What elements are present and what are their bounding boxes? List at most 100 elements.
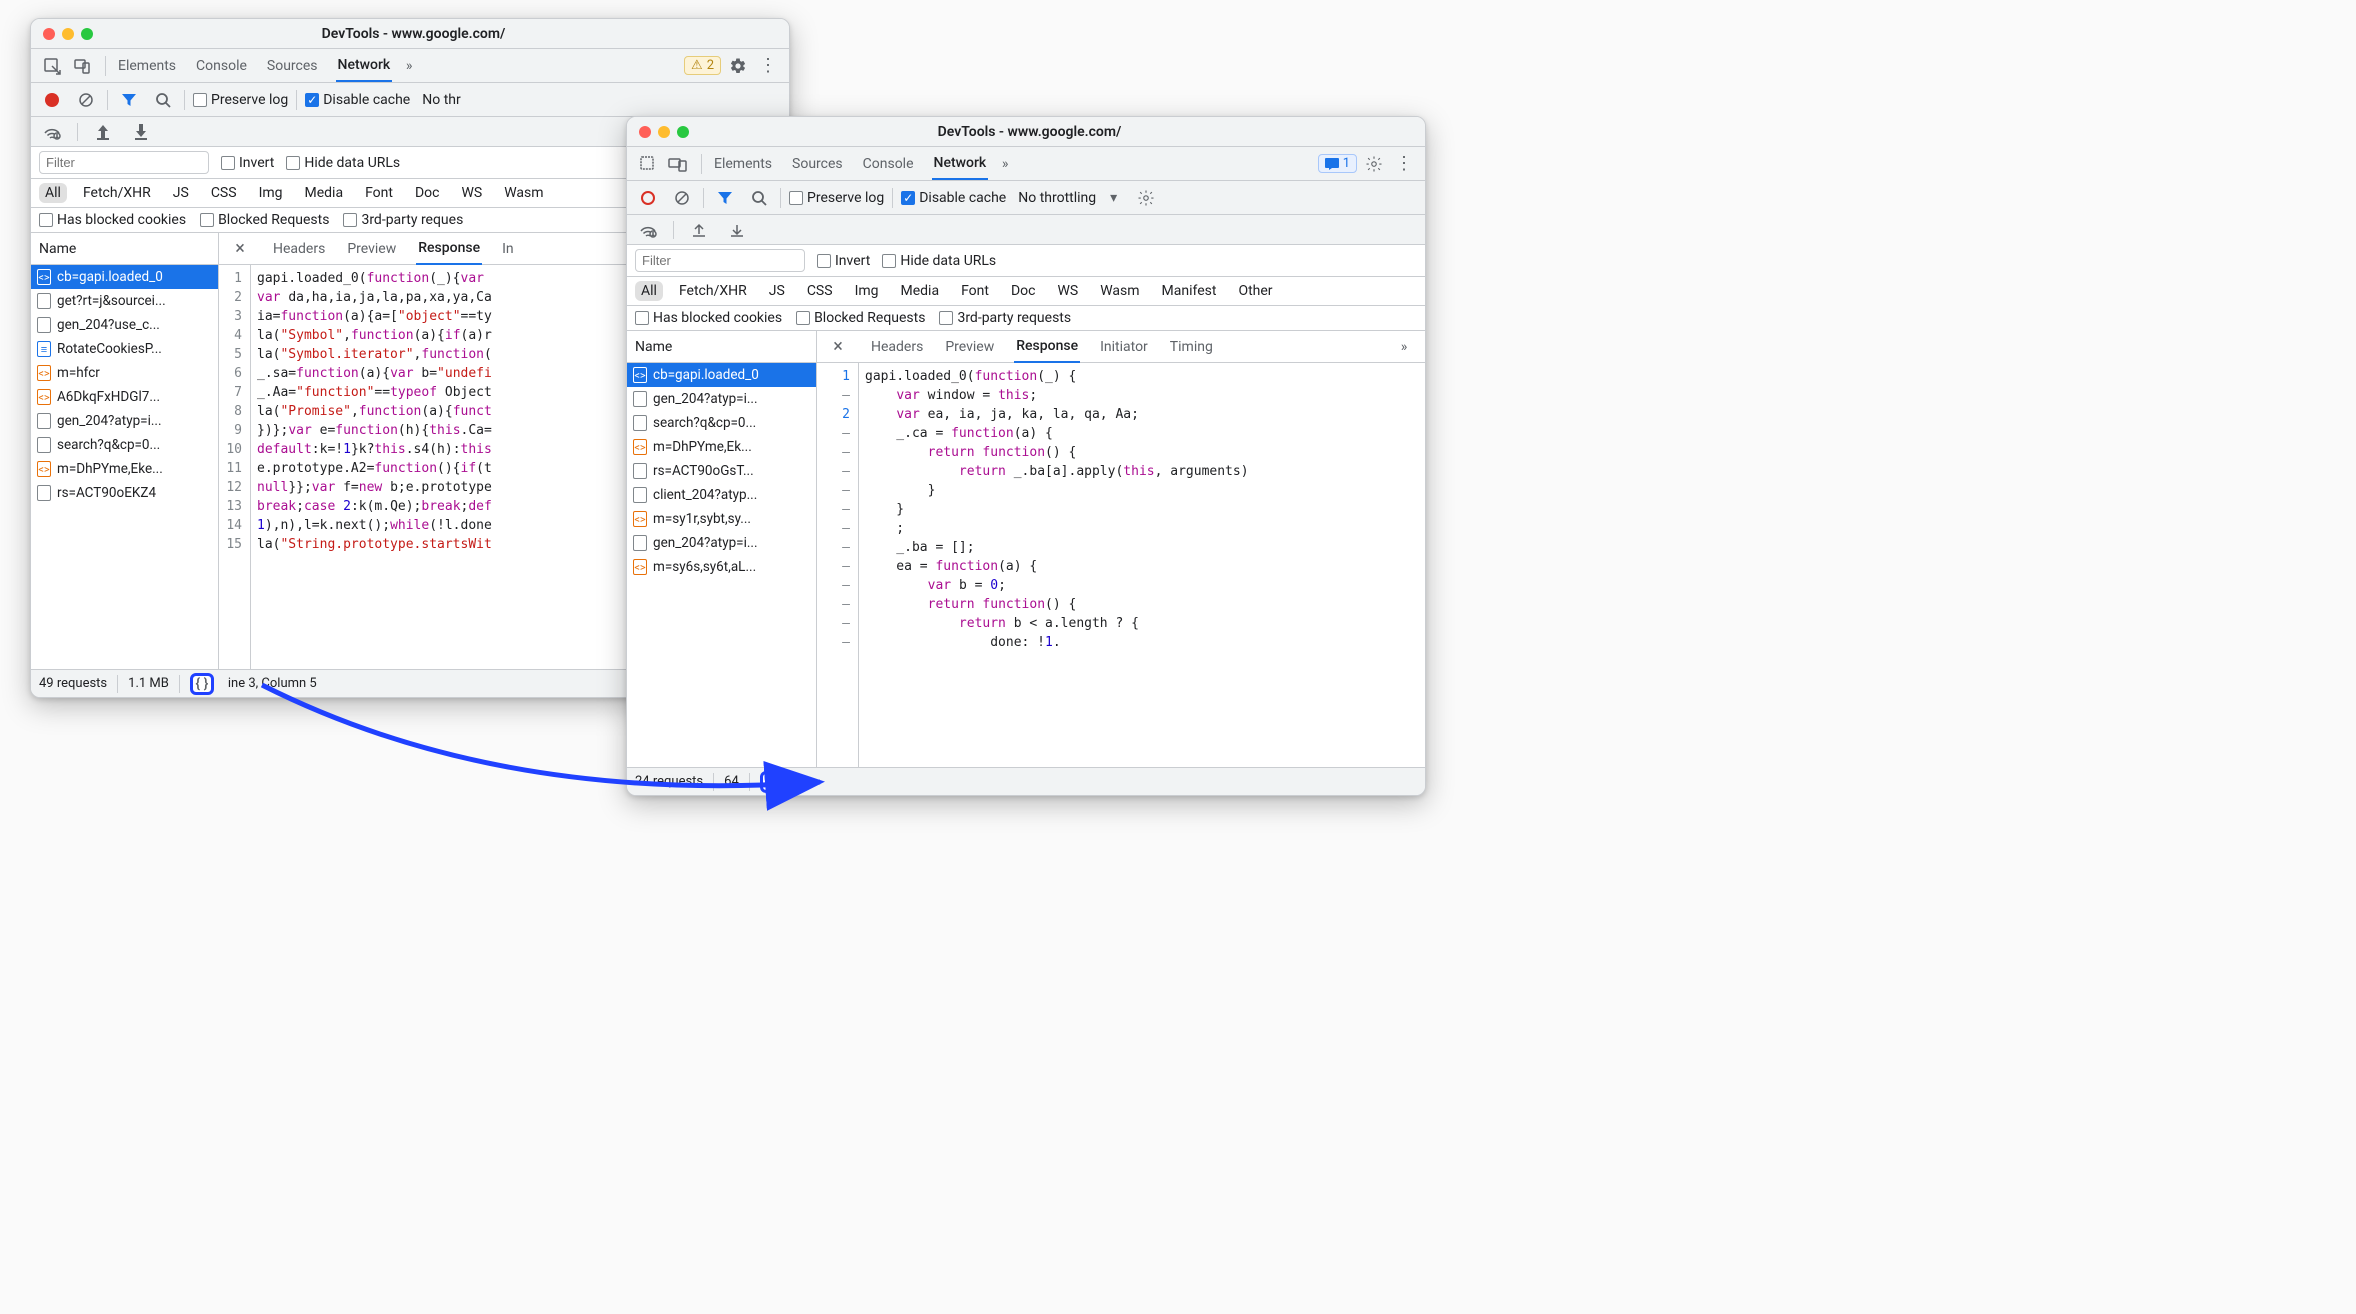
- hide-data-urls-checkbox[interactable]: Hide data URLs: [882, 253, 996, 269]
- type-filter-fetchxhr[interactable]: Fetch/XHR: [673, 281, 753, 301]
- blocked-requests-checkbox[interactable]: Blocked Requests: [200, 212, 329, 228]
- type-filter-ws[interactable]: WS: [1051, 281, 1084, 301]
- invert-checkbox[interactable]: Invert: [221, 155, 274, 171]
- type-filter-doc[interactable]: Doc: [1005, 281, 1042, 301]
- type-filter-img[interactable]: Img: [849, 281, 885, 301]
- type-filter-all[interactable]: All: [39, 183, 67, 203]
- type-filter-wasm[interactable]: Wasm: [498, 183, 549, 203]
- upload-har-icon[interactable]: [686, 217, 712, 243]
- clear-icon[interactable]: [669, 185, 695, 211]
- type-filter-js[interactable]: JS: [763, 281, 791, 301]
- type-filter-font[interactable]: Font: [359, 183, 399, 203]
- name-column-header[interactable]: Name: [627, 331, 816, 363]
- tab-console[interactable]: Console: [194, 50, 249, 81]
- type-filter-media[interactable]: Media: [895, 281, 946, 301]
- clear-icon[interactable]: [73, 87, 99, 113]
- download-har-icon[interactable]: [128, 119, 154, 145]
- request-row[interactable]: rs=ACT90oEKZ4: [31, 481, 218, 505]
- type-filter-img[interactable]: Img: [253, 183, 289, 203]
- request-row[interactable]: gen_204?atyp=i...: [627, 387, 816, 411]
- blocked-requests-checkbox[interactable]: Blocked Requests: [796, 310, 925, 326]
- network-conditions-icon[interactable]: [39, 119, 65, 145]
- detail-tab-response[interactable]: Response: [416, 233, 482, 265]
- tab-network[interactable]: Network: [336, 49, 393, 82]
- request-row[interactable]: <> m=DhPYme,Eke...: [31, 457, 218, 481]
- kebab-menu-icon[interactable]: ⋮: [755, 53, 781, 79]
- throttling-select[interactable]: No thr: [422, 92, 460, 108]
- request-row[interactable]: <> m=DhPYme,Ek...: [627, 435, 816, 459]
- download-har-icon[interactable]: [724, 217, 750, 243]
- third-party-requests-checkbox[interactable]: 3rd-party reques: [343, 212, 463, 228]
- settings-icon[interactable]: [1361, 151, 1387, 177]
- type-filter-doc[interactable]: Doc: [409, 183, 446, 203]
- detail-tab-headers[interactable]: Headers: [271, 234, 327, 264]
- detail-tab-initiator[interactable]: In: [500, 234, 516, 264]
- request-row[interactable]: get?rt=j&sourcei...: [31, 289, 218, 313]
- has-blocked-cookies-checkbox[interactable]: Has blocked cookies: [39, 212, 186, 228]
- disable-cache-checkbox[interactable]: ✓Disable cache: [901, 190, 1006, 206]
- network-settings-icon[interactable]: [1133, 185, 1159, 211]
- kebab-menu-icon[interactable]: ⋮: [1391, 151, 1417, 177]
- type-filter-other[interactable]: Other: [1232, 281, 1278, 301]
- more-tabs-icon[interactable]: »: [1391, 334, 1417, 360]
- tab-console[interactable]: Console: [861, 148, 916, 179]
- warnings-chip[interactable]: ⚠ 2: [684, 56, 721, 75]
- third-party-requests-checkbox[interactable]: 3rd-party requests: [939, 310, 1071, 326]
- filter-icon[interactable]: [712, 185, 738, 211]
- tab-elements[interactable]: Elements: [116, 50, 178, 81]
- type-filter-css[interactable]: CSS: [801, 281, 839, 301]
- request-row[interactable]: gen_204?use_c...: [31, 313, 218, 337]
- messages-chip[interactable]: 1: [1318, 154, 1357, 173]
- type-filter-font[interactable]: Font: [955, 281, 995, 301]
- request-row[interactable]: client_204?atyp...: [627, 483, 816, 507]
- invert-checkbox[interactable]: Invert: [817, 253, 870, 269]
- preserve-log-checkbox[interactable]: Preserve log: [193, 92, 288, 108]
- inspect-element-icon[interactable]: [39, 53, 65, 79]
- request-row[interactable]: search?q&cp=0...: [627, 411, 816, 435]
- request-row[interactable]: ≡ RotateCookiesP...: [31, 337, 218, 361]
- type-filter-manifest[interactable]: Manifest: [1156, 281, 1223, 301]
- search-icon[interactable]: [746, 185, 772, 211]
- request-row[interactable]: <> cb=gapi.loaded_0: [627, 363, 816, 387]
- detail-tab-preview[interactable]: Preview: [345, 234, 398, 264]
- search-icon[interactable]: [150, 87, 176, 113]
- request-row[interactable]: <> cb=gapi.loaded_0: [31, 265, 218, 289]
- type-filter-ws[interactable]: WS: [455, 183, 488, 203]
- request-row[interactable]: <> m=sy6s,sy6t,aL...: [627, 555, 816, 579]
- type-filter-wasm[interactable]: Wasm: [1094, 281, 1145, 301]
- upload-har-icon[interactable]: [90, 119, 116, 145]
- detail-tab-response[interactable]: Response: [1014, 331, 1080, 363]
- pretty-print-button[interactable]: { }: [190, 673, 214, 695]
- filter-input[interactable]: [635, 249, 805, 272]
- type-filter-css[interactable]: CSS: [205, 183, 243, 203]
- type-filter-all[interactable]: All: [635, 281, 663, 301]
- request-row[interactable]: gen_204?atyp=i...: [31, 409, 218, 433]
- close-detail-icon[interactable]: ×: [825, 334, 851, 360]
- close-detail-icon[interactable]: ×: [227, 236, 253, 262]
- request-row[interactable]: gen_204?atyp=i...: [627, 531, 816, 555]
- tab-sources[interactable]: Sources: [265, 50, 320, 81]
- inspect-element-icon[interactable]: [635, 151, 661, 177]
- settings-icon[interactable]: [725, 53, 751, 79]
- type-filter-media[interactable]: Media: [299, 183, 350, 203]
- preserve-log-checkbox[interactable]: Preserve log: [789, 190, 884, 206]
- type-filter-js[interactable]: JS: [167, 183, 195, 203]
- request-row[interactable]: rs=ACT90oGsT...: [627, 459, 816, 483]
- hide-data-urls-checkbox[interactable]: Hide data URLs: [286, 155, 400, 171]
- request-row[interactable]: <> m=hfcr: [31, 361, 218, 385]
- throttling-select[interactable]: No throttling ▾: [1018, 190, 1117, 206]
- request-row[interactable]: search?q&cp=0...: [31, 433, 218, 457]
- more-tabs-icon[interactable]: »: [396, 53, 422, 79]
- filter-icon[interactable]: [116, 87, 142, 113]
- record-button[interactable]: [635, 185, 661, 211]
- detail-tab-initiator[interactable]: Initiator: [1098, 332, 1150, 362]
- device-toolbar-icon[interactable]: [69, 53, 95, 79]
- tab-sources[interactable]: Sources: [790, 148, 845, 179]
- disable-cache-checkbox[interactable]: ✓Disable cache: [305, 92, 410, 108]
- name-column-header[interactable]: Name: [31, 233, 218, 265]
- tab-elements[interactable]: Elements: [712, 148, 774, 179]
- filter-input[interactable]: [39, 151, 209, 174]
- detail-tab-preview[interactable]: Preview: [943, 332, 996, 362]
- request-row[interactable]: <> A6DkqFxHDGl7...: [31, 385, 218, 409]
- pretty-print-button[interactable]: { }: [760, 771, 784, 793]
